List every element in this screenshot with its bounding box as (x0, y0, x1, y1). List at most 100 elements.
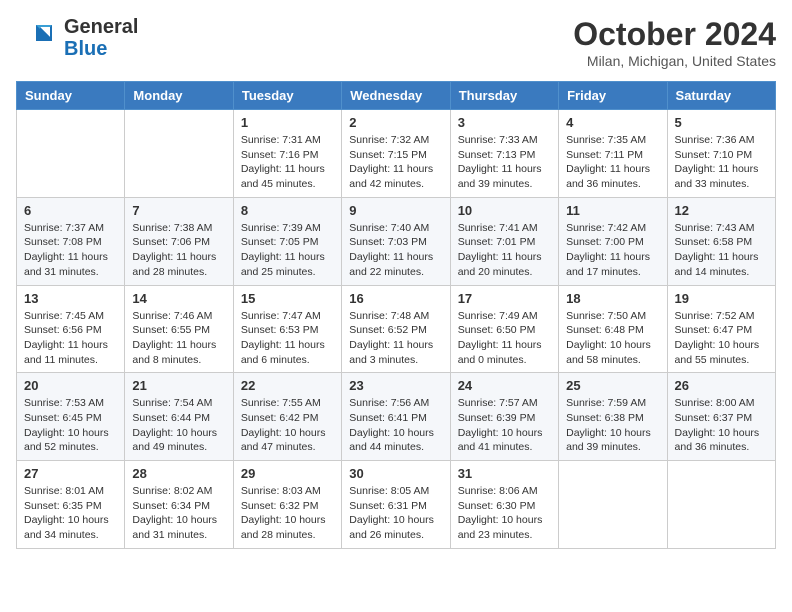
day-number: 31 (458, 466, 551, 481)
day-cell: 30Sunrise: 8:05 AM Sunset: 6:31 PM Dayli… (342, 461, 450, 549)
day-info: Sunrise: 7:57 AM Sunset: 6:39 PM Dayligh… (458, 396, 551, 455)
day-cell: 4 Sunrise: 7:35 AM Sunset: 7:11 PM Daylig… (559, 110, 667, 198)
day-number: 8 (241, 203, 334, 218)
day-number: 5 (675, 115, 768, 130)
day-number: 20 (24, 378, 117, 393)
day-info: Sunrise: 7:54 AM Sunset: 6:44 PM Dayligh… (132, 396, 225, 455)
day-number: 9 (349, 203, 442, 218)
week-row-2: 6 Sunrise: 7:37 AM Sunset: 7:08 PM Daylig… (17, 197, 776, 285)
day-cell: 17 Sunrise: 7:49 AM Sunset: 6:50 PM Dayli… (450, 285, 558, 373)
day-info: Sunrise: 8:05 AM Sunset: 6:31 PM Dayligh… (349, 484, 442, 543)
day-info: Sunrise: 7:56 AM Sunset: 6:41 PM Dayligh… (349, 396, 442, 455)
day-number: 15 (241, 291, 334, 306)
day-cell: 2 Sunrise: 7:32 AM Sunset: 7:15 PM Daylig… (342, 110, 450, 198)
day-info: Sunrise: 7:59 AM Sunset: 6:38 PM Dayligh… (566, 396, 659, 455)
day-cell: 25Sunrise: 7:59 AM Sunset: 6:38 PM Dayli… (559, 373, 667, 461)
day-cell: 28Sunrise: 8:02 AM Sunset: 6:34 PM Dayli… (125, 461, 233, 549)
day-cell: 27 Sunrise: 8:01 AM Sunset: 6:35 PM Dayli… (17, 461, 125, 549)
day-number: 14 (132, 291, 225, 306)
month-title: October 2024 (573, 16, 776, 53)
day-cell: 21 Sunrise: 7:54 AM Sunset: 6:44 PM Dayli… (125, 373, 233, 461)
week-row-3: 13 Sunrise: 7:45 AM Sunset: 6:56 PM Dayli… (17, 285, 776, 373)
day-number: 12 (675, 203, 768, 218)
weekday-header-thursday: Thursday (450, 82, 558, 110)
day-cell: 10 Sunrise: 7:41 AM Sunset: 7:01 PM Dayli… (450, 197, 558, 285)
day-cell: 16 Sunrise: 7:48 AM Sunset: 6:52 PM Dayli… (342, 285, 450, 373)
day-cell: 8 Sunrise: 7:39 AM Sunset: 7:05 PM Daylig… (233, 197, 341, 285)
day-number: 19 (675, 291, 768, 306)
day-info: Sunrise: 7:43 AM Sunset: 6:58 PM Dayligh… (675, 221, 768, 280)
day-cell: 5 Sunrise: 7:36 AM Sunset: 7:10 PM Daylig… (667, 110, 775, 198)
day-info: Sunrise: 7:42 AM Sunset: 7:00 PM Dayligh… (566, 221, 659, 280)
day-info: Sunrise: 7:32 AM Sunset: 7:15 PM Dayligh… (349, 133, 442, 192)
day-info: Sunrise: 7:53 AM Sunset: 6:45 PM Dayligh… (24, 396, 117, 455)
day-number: 27 (24, 466, 117, 481)
day-info: Sunrise: 7:36 AM Sunset: 7:10 PM Dayligh… (675, 133, 768, 192)
day-info: Sunrise: 8:02 AM Sunset: 6:34 PM Dayligh… (132, 484, 225, 543)
day-number: 29 (241, 466, 334, 481)
day-number: 16 (349, 291, 442, 306)
day-info: Sunrise: 7:41 AM Sunset: 7:01 PM Dayligh… (458, 221, 551, 280)
day-cell: 12 Sunrise: 7:43 AM Sunset: 6:58 PM Dayli… (667, 197, 775, 285)
day-cell: 3 Sunrise: 7:33 AM Sunset: 7:13 PM Daylig… (450, 110, 558, 198)
day-info: Sunrise: 7:38 AM Sunset: 7:06 PM Dayligh… (132, 221, 225, 280)
day-info: Sunrise: 7:31 AM Sunset: 7:16 PM Dayligh… (241, 133, 334, 192)
day-number: 21 (132, 378, 225, 393)
day-cell: 7 Sunrise: 7:38 AM Sunset: 7:06 PM Daylig… (125, 197, 233, 285)
day-cell: 14 Sunrise: 7:46 AM Sunset: 6:55 PM Dayli… (125, 285, 233, 373)
day-number: 13 (24, 291, 117, 306)
day-info: Sunrise: 7:49 AM Sunset: 6:50 PM Dayligh… (458, 309, 551, 368)
day-info: Sunrise: 7:52 AM Sunset: 6:47 PM Dayligh… (675, 309, 768, 368)
weekday-header-friday: Friday (559, 82, 667, 110)
day-info: Sunrise: 8:01 AM Sunset: 6:35 PM Dayligh… (24, 484, 117, 543)
day-number: 23 (349, 378, 442, 393)
day-info: Sunrise: 7:37 AM Sunset: 7:08 PM Dayligh… (24, 221, 117, 280)
weekday-header-saturday: Saturday (667, 82, 775, 110)
logo-icon (16, 19, 60, 57)
day-cell (17, 110, 125, 198)
day-number: 10 (458, 203, 551, 218)
page-header: General Blue October 2024 Milan, Michiga… (16, 16, 776, 69)
day-number: 26 (675, 378, 768, 393)
day-number: 2 (349, 115, 442, 130)
day-cell: 19 Sunrise: 7:52 AM Sunset: 6:47 PM Dayli… (667, 285, 775, 373)
day-number: 3 (458, 115, 551, 130)
day-info: Sunrise: 7:47 AM Sunset: 6:53 PM Dayligh… (241, 309, 334, 368)
day-cell: 6 Sunrise: 7:37 AM Sunset: 7:08 PM Daylig… (17, 197, 125, 285)
day-info: Sunrise: 7:55 AM Sunset: 6:42 PM Dayligh… (241, 396, 334, 455)
day-info: Sunrise: 7:35 AM Sunset: 7:11 PM Dayligh… (566, 133, 659, 192)
weekday-header-row: SundayMondayTuesdayWednesdayThursdayFrid… (17, 82, 776, 110)
day-cell: 1Sunrise: 7:31 AM Sunset: 7:16 PM Daylig… (233, 110, 341, 198)
calendar-table: SundayMondayTuesdayWednesdayThursdayFrid… (16, 81, 776, 549)
week-row-1: 1Sunrise: 7:31 AM Sunset: 7:16 PM Daylig… (17, 110, 776, 198)
day-cell: 15 Sunrise: 7:47 AM Sunset: 6:53 PM Dayli… (233, 285, 341, 373)
day-cell (667, 461, 775, 549)
day-number: 18 (566, 291, 659, 306)
day-number: 17 (458, 291, 551, 306)
day-number: 4 (566, 115, 659, 130)
day-info: Sunrise: 7:46 AM Sunset: 6:55 PM Dayligh… (132, 309, 225, 368)
logo-text-blue: Blue (64, 38, 138, 60)
week-row-5: 27 Sunrise: 8:01 AM Sunset: 6:35 PM Dayli… (17, 461, 776, 549)
day-info: Sunrise: 7:48 AM Sunset: 6:52 PM Dayligh… (349, 309, 442, 368)
logo-text-general: General (64, 16, 138, 38)
day-cell: 13 Sunrise: 7:45 AM Sunset: 6:56 PM Dayli… (17, 285, 125, 373)
day-cell: 11 Sunrise: 7:42 AM Sunset: 7:00 PM Dayli… (559, 197, 667, 285)
day-info: Sunrise: 8:06 AM Sunset: 6:30 PM Dayligh… (458, 484, 551, 543)
weekday-header-tuesday: Tuesday (233, 82, 341, 110)
weekday-header-wednesday: Wednesday (342, 82, 450, 110)
day-cell: 20 Sunrise: 7:53 AM Sunset: 6:45 PM Dayli… (17, 373, 125, 461)
day-cell: 29 Sunrise: 8:03 AM Sunset: 6:32 PM Dayli… (233, 461, 341, 549)
day-cell: 9Sunrise: 7:40 AM Sunset: 7:03 PM Daylig… (342, 197, 450, 285)
day-number: 6 (24, 203, 117, 218)
day-info: Sunrise: 8:03 AM Sunset: 6:32 PM Dayligh… (241, 484, 334, 543)
day-info: Sunrise: 7:39 AM Sunset: 7:05 PM Dayligh… (241, 221, 334, 280)
day-info: Sunrise: 7:45 AM Sunset: 6:56 PM Dayligh… (24, 309, 117, 368)
day-info: Sunrise: 7:33 AM Sunset: 7:13 PM Dayligh… (458, 133, 551, 192)
weekday-header-sunday: Sunday (17, 82, 125, 110)
week-row-4: 20 Sunrise: 7:53 AM Sunset: 6:45 PM Dayli… (17, 373, 776, 461)
day-info: Sunrise: 7:50 AM Sunset: 6:48 PM Dayligh… (566, 309, 659, 368)
day-number: 22 (241, 378, 334, 393)
day-number: 7 (132, 203, 225, 218)
day-number: 11 (566, 203, 659, 218)
